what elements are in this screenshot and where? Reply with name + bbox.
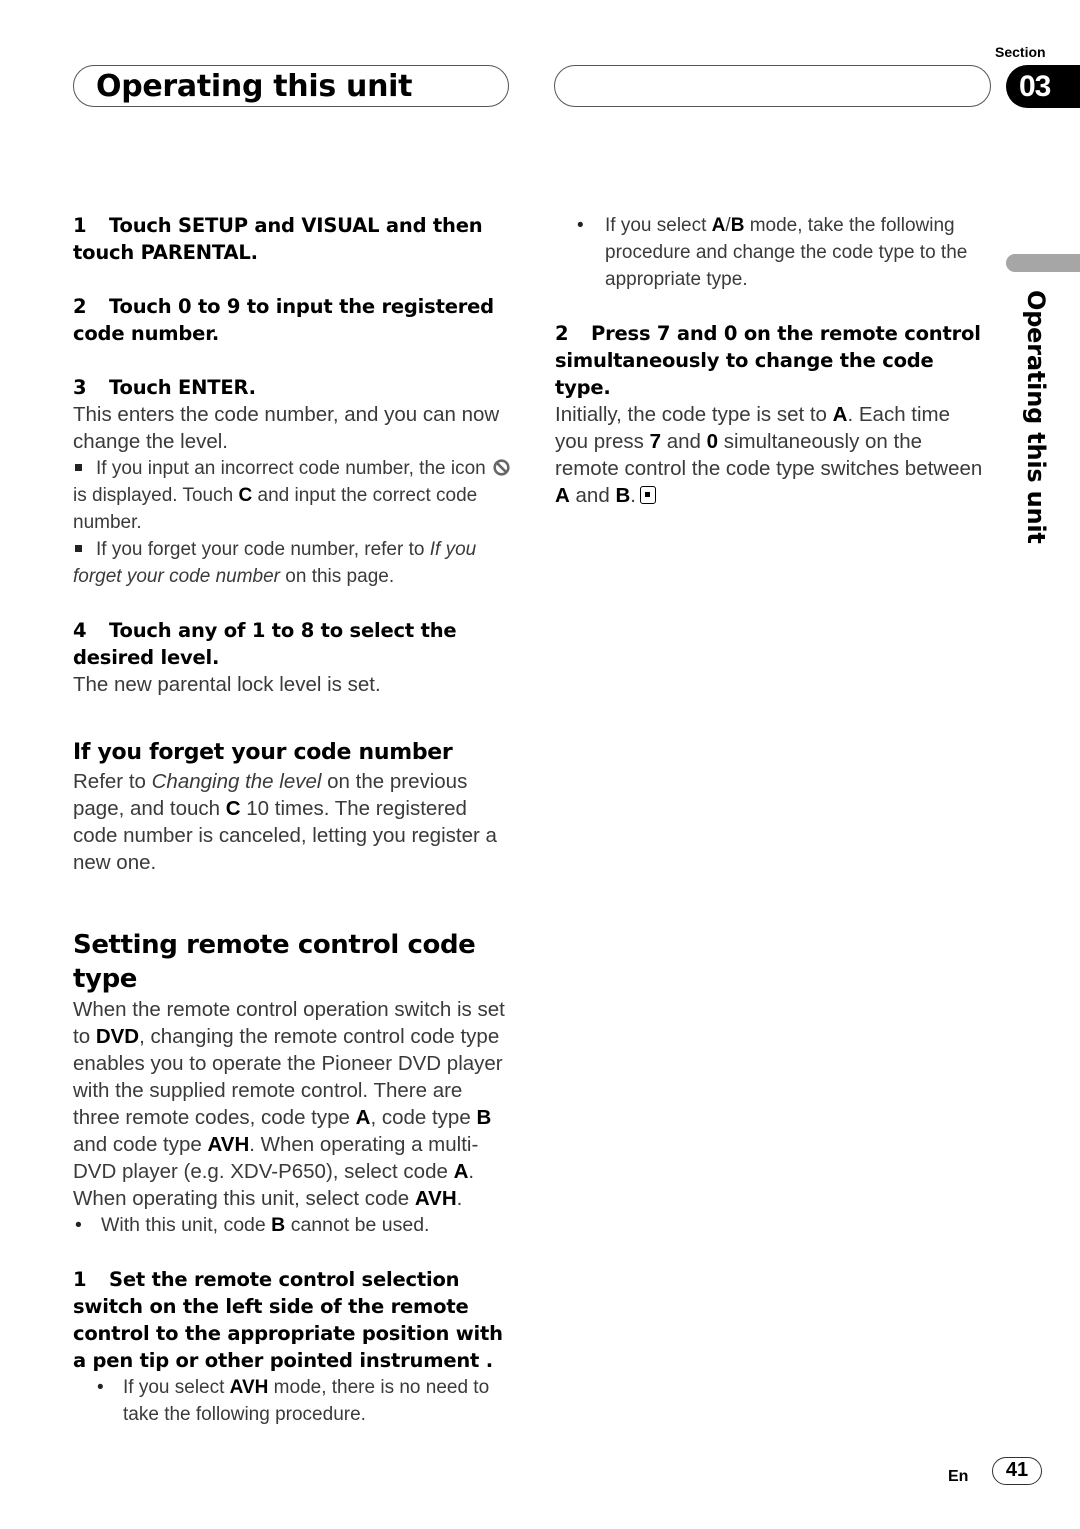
step-2: 2 Touch 0 to 9 to input the registered co… bbox=[73, 295, 494, 345]
remote-step-2-description: Initially, the code type is set to A. Ea… bbox=[555, 403, 983, 507]
prohibited-icon bbox=[493, 459, 510, 476]
step-3: 3 Touch ENTER. bbox=[73, 376, 256, 399]
note-incorrect-code: If you input an incorrect code number, t… bbox=[73, 455, 513, 536]
step-4: 4 Touch any of 1 to 8 to select the desir… bbox=[73, 619, 457, 669]
remote-code-bullet: • With this unit, code B cannot be used. bbox=[73, 1212, 513, 1239]
bullet-dot-icon: • bbox=[97, 1377, 104, 1398]
page-title: Operating this unit bbox=[96, 69, 413, 104]
step-3-description: This enters the code number, and you can… bbox=[73, 403, 500, 453]
note-square-icon bbox=[75, 544, 82, 552]
right-column: • If you select A/B mode, take the follow… bbox=[555, 212, 985, 509]
end-of-section-icon bbox=[639, 486, 656, 504]
section-label: Section bbox=[995, 44, 1046, 60]
language-label: En bbox=[948, 1468, 969, 1485]
bullet-dot-icon: • bbox=[75, 1214, 82, 1236]
bullet-dot-icon: • bbox=[577, 215, 584, 236]
step-4-description: The new parental lock level is set. bbox=[73, 673, 381, 696]
remote-code-heading: Setting remote control code type bbox=[73, 930, 476, 994]
section-number-badge: 03 bbox=[1006, 65, 1080, 108]
remote-step-1-bullet: • If you select AVH mode, there is no nee… bbox=[73, 1374, 513, 1428]
note-square-icon bbox=[75, 463, 82, 471]
header-empty-frame bbox=[554, 65, 991, 107]
left-column: 1 Touch SETUP and VISUAL and then touch P… bbox=[73, 212, 513, 1428]
forget-code-heading: If you forget your code number bbox=[73, 740, 453, 765]
ab-mode-bullet: • If you select A/B mode, take the follow… bbox=[555, 212, 985, 293]
remote-code-body: When the remote control operation switch… bbox=[73, 998, 505, 1210]
page-number: 41 bbox=[992, 1457, 1042, 1485]
note-forget-code: If you forget your code number, refer to… bbox=[73, 539, 477, 587]
forget-code-body: Refer to Changing the level on the previ… bbox=[73, 770, 497, 874]
remote-step-2: 2 Press 7 and 0 on the remote control sim… bbox=[555, 322, 981, 399]
remote-step-1: 1 Set the remote control selection switch… bbox=[73, 1268, 503, 1372]
side-tab-label: Operating this unit bbox=[1022, 290, 1050, 544]
side-tab-marker bbox=[1006, 254, 1080, 272]
step-1: 1 Touch SETUP and VISUAL and then touch P… bbox=[73, 214, 483, 264]
